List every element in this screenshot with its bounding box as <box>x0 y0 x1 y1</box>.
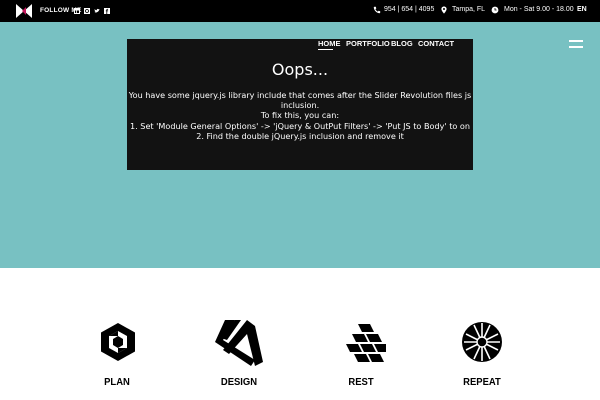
linkedin-icon[interactable] <box>74 8 80 14</box>
error-line: To fix this, you can: <box>260 110 340 121</box>
feature-repeat-label: REPEAT <box>463 376 501 388</box>
plan-icon <box>101 323 135 361</box>
feature-plan-icon <box>78 320 158 364</box>
language-switcher[interactable]: EN <box>577 6 587 13</box>
nav-active-indicator <box>318 49 333 50</box>
error-line: inclusion. <box>280 100 320 111</box>
error-line: You have some jquery.js library include … <box>128 90 472 100</box>
phone-icon <box>373 6 381 14</box>
feature-rest-icon <box>326 320 406 364</box>
nav-home[interactable]: HOME <box>318 39 341 48</box>
feature-repeat-icon <box>442 320 522 364</box>
error-line: 2. Find the double jQuery.js inclusion a… <box>196 130 404 141</box>
facebook-icon[interactable] <box>104 8 110 14</box>
nav-blog[interactable]: BLOG <box>391 39 413 48</box>
social-links <box>74 8 110 14</box>
site-logo[interactable] <box>14 2 34 20</box>
nav-portfolio[interactable]: PORTFOLIO <box>346 39 390 48</box>
hamburger-menu-icon[interactable] <box>569 40 583 48</box>
top-bar: FOLLOW ME 954 | 654 | 4095 Tampa, FL Mon… <box>0 0 600 22</box>
pinterest-icon[interactable] <box>84 8 90 14</box>
location-pin-icon <box>441 6 447 14</box>
slider-error-box: Oops... You have some jquery.js library … <box>127 39 473 170</box>
design-icon <box>215 320 263 366</box>
nav-contact[interactable]: CONTACT <box>418 39 454 48</box>
repeat-icon <box>462 322 502 362</box>
error-message: You have some jquery.js library include … <box>127 90 473 141</box>
phone-number[interactable]: 954 | 654 | 4095 <box>384 6 434 13</box>
error-title: Oops... <box>271 60 329 79</box>
feature-design-label: DESIGN <box>220 376 258 388</box>
hero-slider: Oops... You have some jquery.js library … <box>0 22 600 268</box>
rest-icon <box>346 324 386 362</box>
location-text: Tampa, FL <box>452 6 486 13</box>
feature-plan-label: PLAN <box>104 376 130 388</box>
business-hours: Mon - Sat 9.00 - 18.00 <box>504 6 574 13</box>
feature-design-icon <box>199 320 279 366</box>
clock-icon <box>491 6 499 14</box>
feature-rest-label: REST <box>348 376 374 388</box>
error-line: 1. Set 'Module General Options' -> 'jQue… <box>130 120 470 131</box>
twitter-icon[interactable] <box>94 8 100 14</box>
